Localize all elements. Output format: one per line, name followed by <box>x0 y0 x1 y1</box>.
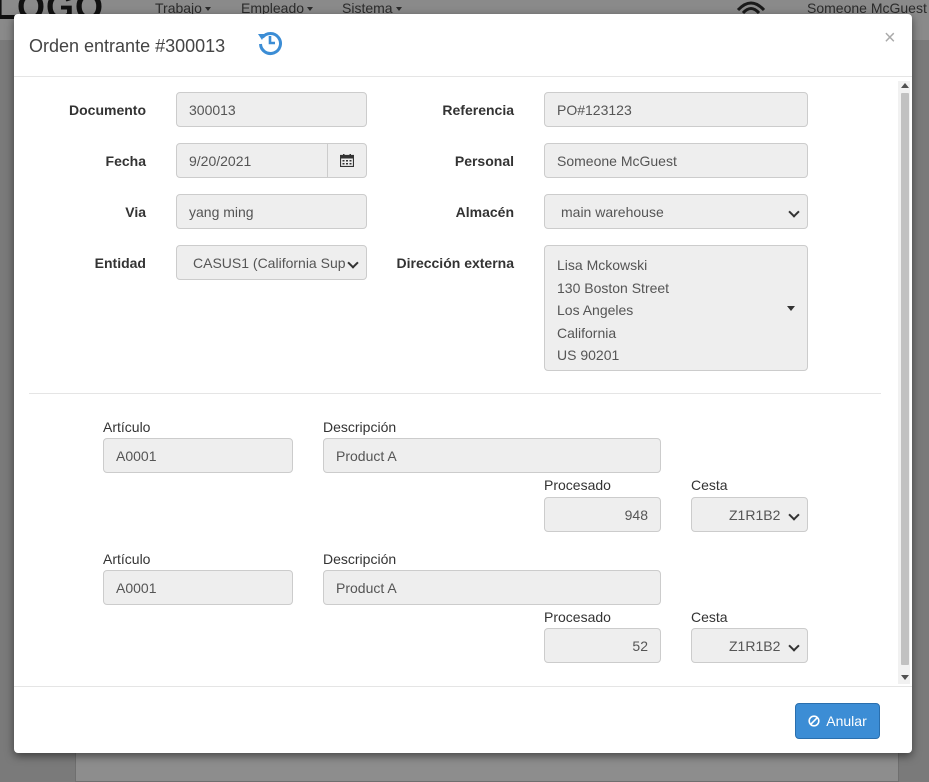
entidad-value: CASUS1 (California Sup <box>193 254 346 271</box>
via-label: Via <box>125 204 146 220</box>
address-line: US 90201 <box>557 347 620 363</box>
descripcion-field[interactable]: Product A <box>323 438 661 473</box>
entidad-select[interactable]: CASUS1 (California Sup <box>176 245 367 280</box>
cesta-select[interactable]: Z1R1B2 <box>691 628 808 663</box>
descripcion-label: Descripción <box>323 551 397 567</box>
almacen-select[interactable]: main warehouse <box>544 194 808 229</box>
fecha-field[interactable]: 9/20/2021 <box>176 143 328 178</box>
descripcion-field[interactable]: Product A <box>323 570 661 605</box>
fecha-label: Fecha <box>105 153 146 169</box>
address-dropdown[interactable]: Lisa Mckowski 130 Boston Street Los Ange… <box>544 245 808 371</box>
section-divider <box>29 393 881 394</box>
cancel-label: Anular <box>826 713 867 729</box>
chevron-down-icon <box>788 206 800 218</box>
via-field[interactable]: yang ming <box>176 194 367 229</box>
documento-field[interactable]: 300013 <box>176 92 367 127</box>
caret-down-icon <box>787 306 795 311</box>
cancel-button[interactable]: Anular <box>795 703 880 739</box>
chevron-down-icon <box>347 257 359 269</box>
address-line: Los Angeles <box>557 302 634 318</box>
direccion-label: Dirección externa <box>396 255 515 271</box>
personal-label: Personal <box>454 153 514 169</box>
almacen-value: main warehouse <box>561 203 664 220</box>
incoming-order-modal: Orden entrante #300013 × Documento 30001… <box>14 14 912 753</box>
personal-field[interactable]: Someone McGuest <box>544 143 808 178</box>
modal-body: Documento 300013 Fecha 9/20/2021 Via yan… <box>14 77 912 687</box>
procesado-field[interactable]: 948 <box>544 497 661 532</box>
documento-label: Documento <box>69 102 146 118</box>
almacen-label: Almacén <box>455 204 514 220</box>
cesta-label: Cesta <box>691 477 728 493</box>
articulo-label: Artículo <box>103 551 151 567</box>
close-button[interactable]: × <box>884 28 896 48</box>
articulo-label: Artículo <box>103 419 151 435</box>
referencia-label: Referencia <box>442 102 514 118</box>
chevron-down-icon <box>788 640 800 652</box>
address-line: California <box>557 324 617 341</box>
referencia-field[interactable]: PO#123123 <box>544 92 808 127</box>
scroll-up-arrow-icon[interactable] <box>901 83 909 88</box>
modal-title: Orden entrante #300013 <box>29 36 226 56</box>
modal-header: Orden entrante #300013 × <box>14 14 912 77</box>
cesta-value: Z1R1B2 <box>729 506 781 523</box>
articulo-field[interactable]: A0001 <box>103 570 293 605</box>
address-line: Lisa Mckowski <box>557 257 648 273</box>
procesado-field[interactable]: 52 <box>544 628 661 663</box>
address-line: 130 Boston Street <box>557 279 670 296</box>
history-icon[interactable] <box>256 28 284 56</box>
scrollbar-thumb[interactable] <box>901 93 909 665</box>
wifi-icon <box>736 1 766 14</box>
procesado-label: Procesado <box>544 609 611 625</box>
cesta-label: Cesta <box>691 609 728 625</box>
calendar-icon <box>340 154 354 167</box>
procesado-label: Procesado <box>544 477 611 493</box>
descripcion-label: Descripción <box>323 419 397 435</box>
articulo-field[interactable]: A0001 <box>103 438 293 473</box>
cesta-select[interactable]: Z1R1B2 <box>691 497 808 532</box>
chevron-down-icon <box>788 509 800 521</box>
entidad-label: Entidad <box>94 255 146 271</box>
scroll-down-arrow-icon[interactable] <box>901 675 909 680</box>
calendar-button[interactable] <box>327 143 367 178</box>
modal-footer: Anular <box>14 686 912 753</box>
cesta-value: Z1R1B2 <box>729 637 781 654</box>
ban-icon <box>808 715 820 727</box>
